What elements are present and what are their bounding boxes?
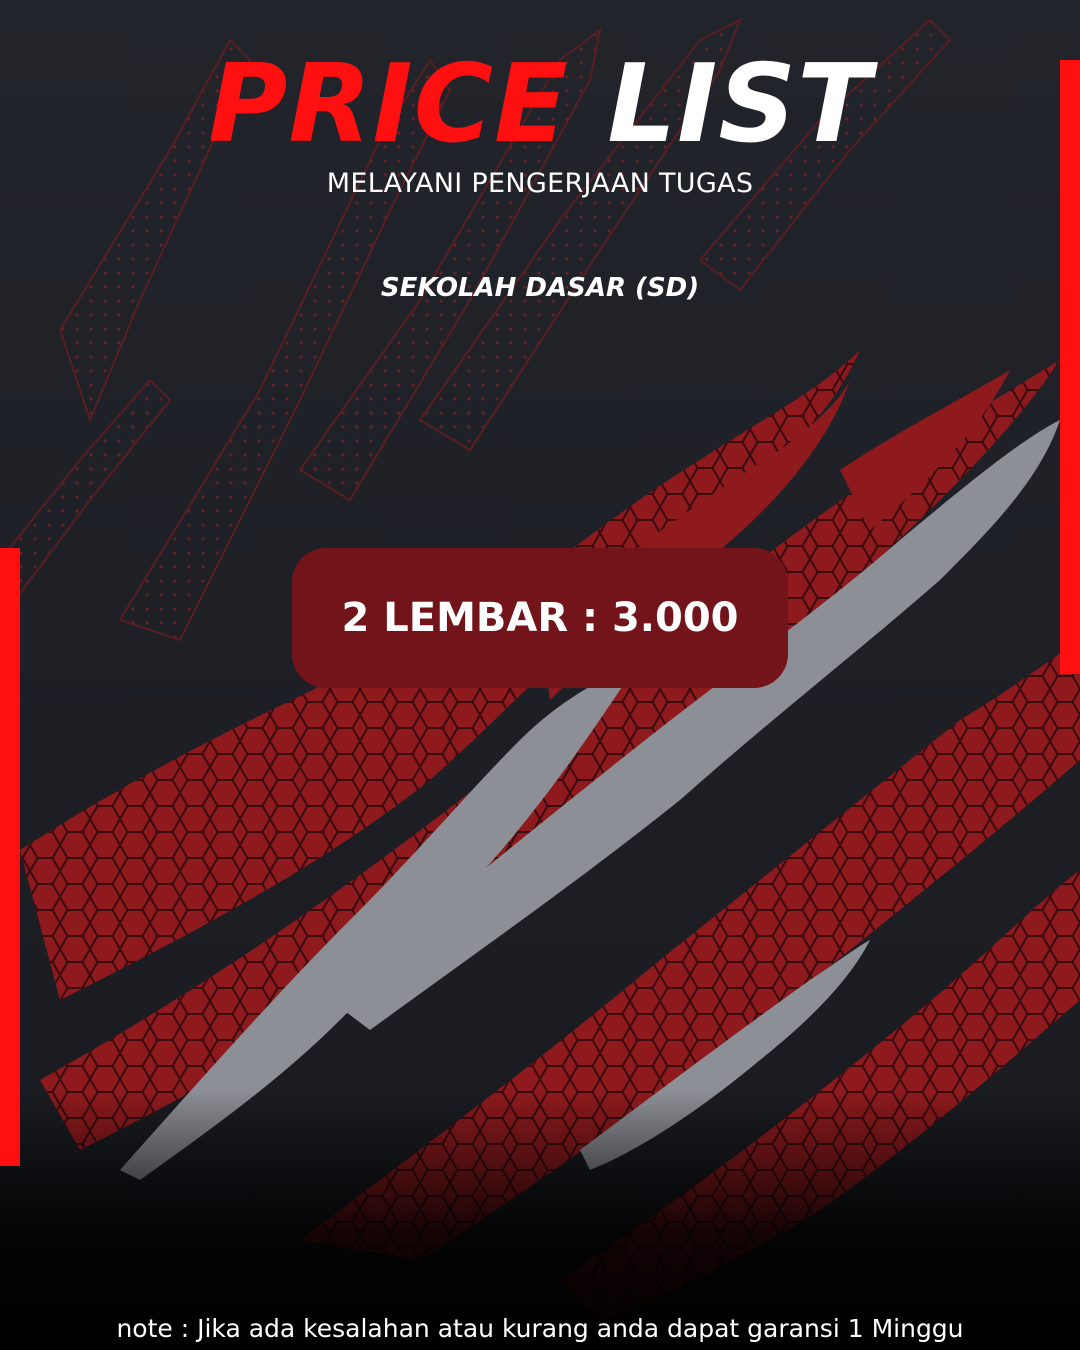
title-word-list: LIST (607, 42, 872, 167)
price-list-poster: PRICE LIST MELAYANI PENGERJAAN TUGAS SEK… (0, 0, 1080, 1350)
price-badge: 2 LEMBAR : 3.000 (292, 548, 788, 688)
page-title: PRICE LIST (0, 40, 1080, 170)
title-word-price: PRICE (208, 42, 569, 167)
page-subtitle: MELAYANI PENGERJAAN TUGAS (326, 168, 754, 199)
left-red-accent-bar (0, 548, 20, 1166)
school-level-label: SEKOLAH DASAR (SD) (380, 273, 700, 303)
price-label: 2 LEMBAR : 3.000 (341, 595, 739, 641)
footer-note: note : Jika ada kesalahan atau kurang an… (116, 1314, 964, 1343)
